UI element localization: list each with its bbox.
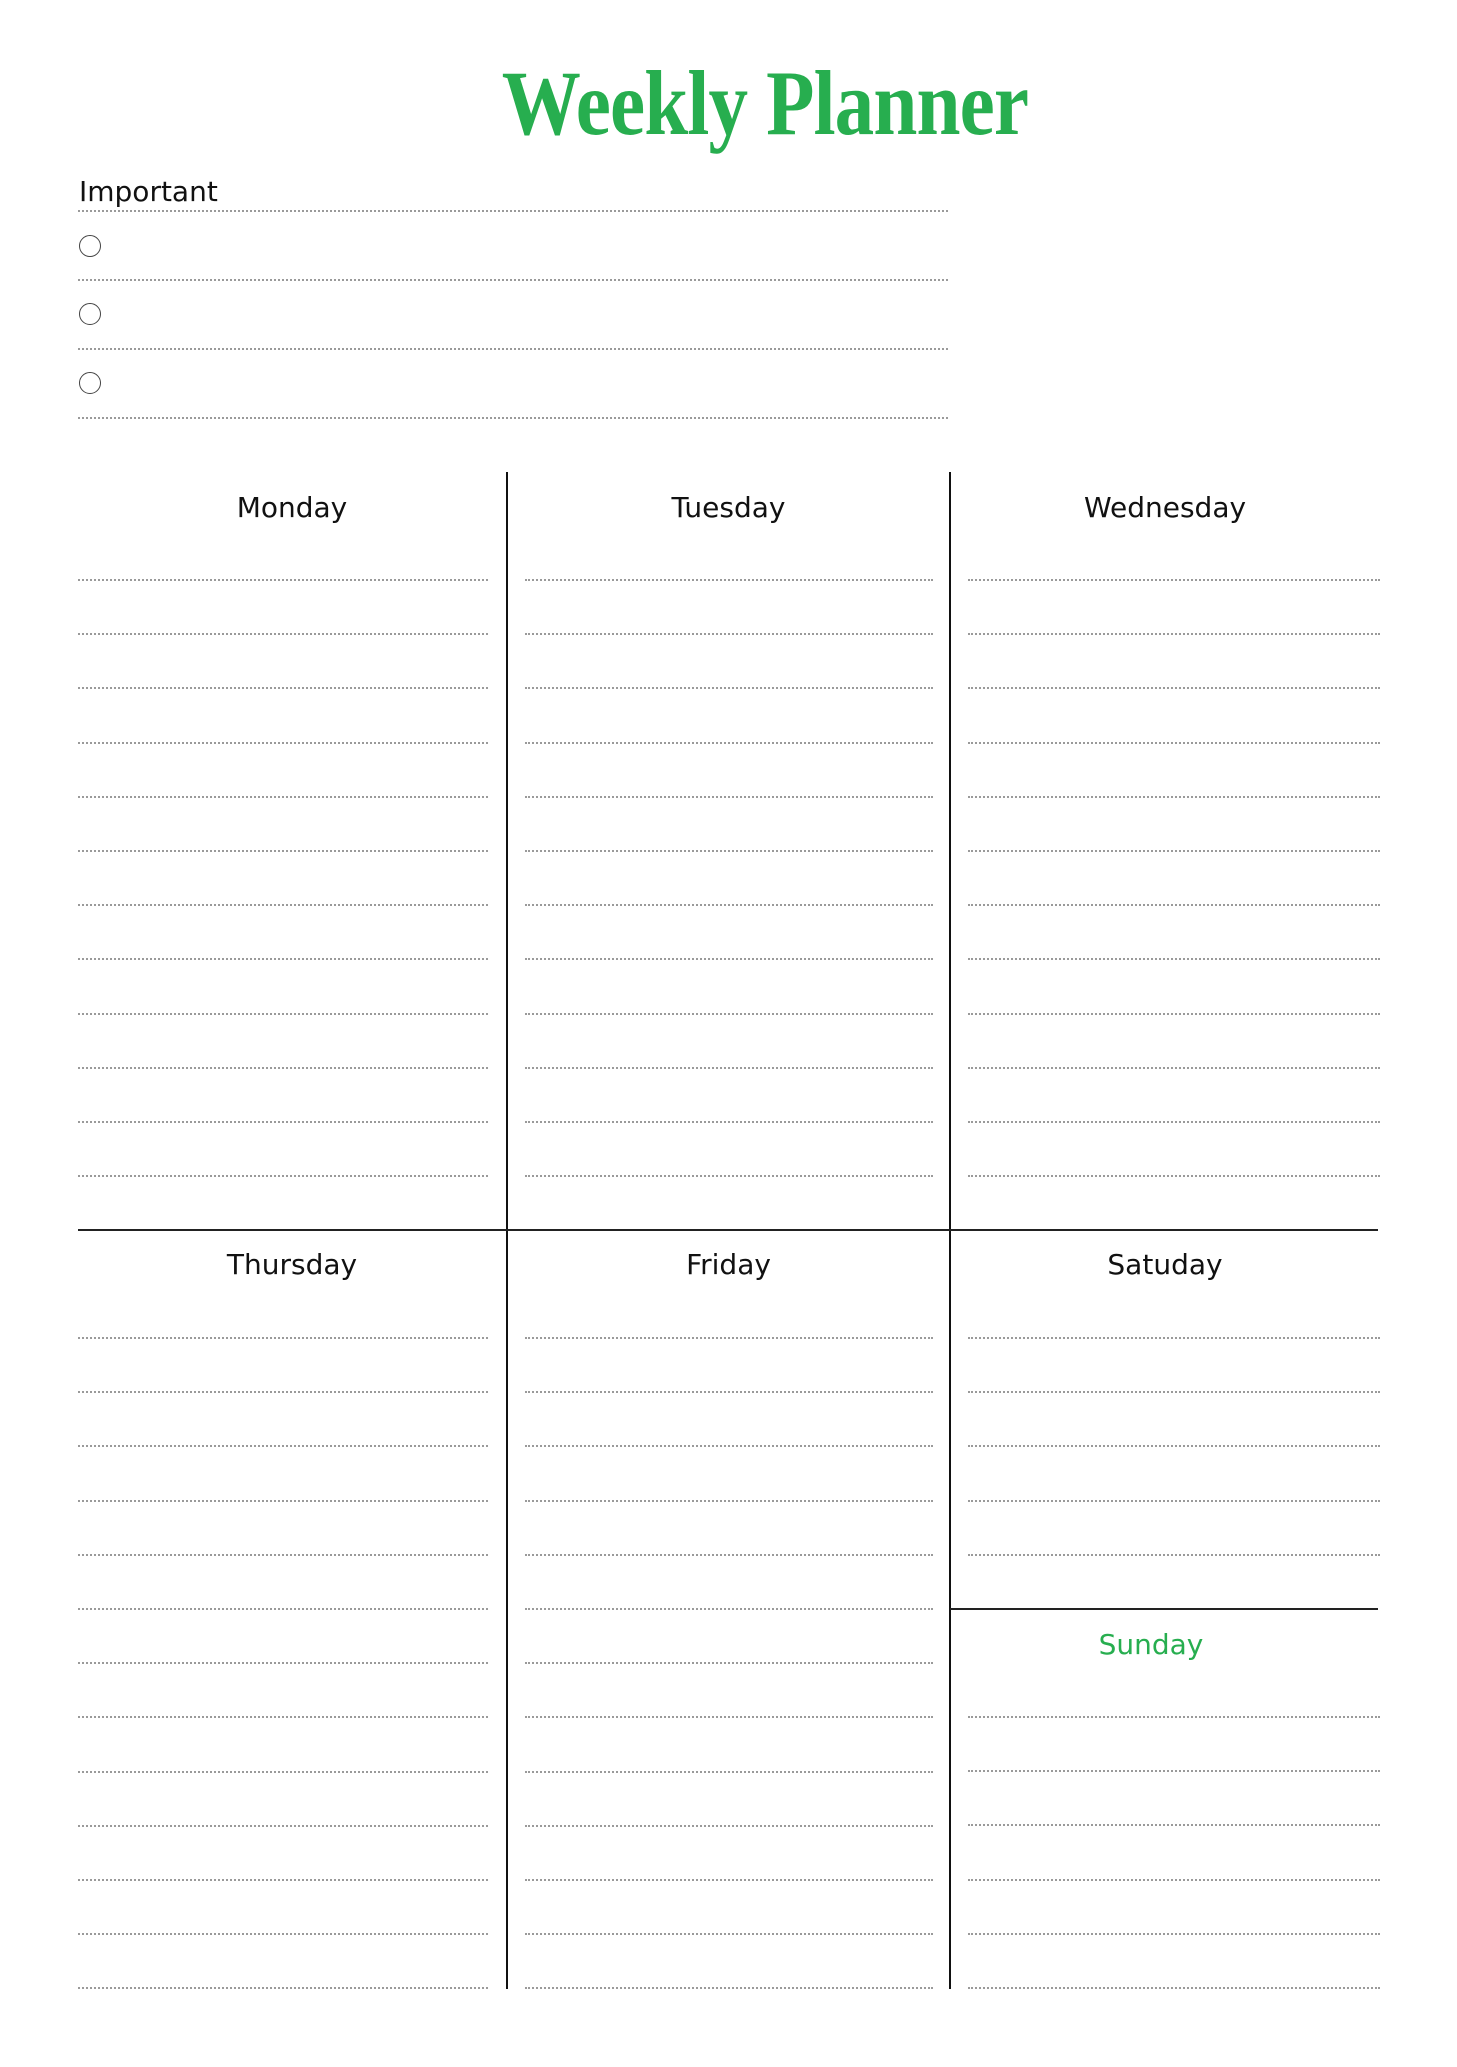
writing-line[interactable] [968,1500,1380,1502]
writing-line[interactable] [525,1608,933,1610]
writing-line[interactable] [525,958,933,960]
writing-line[interactable] [78,796,488,798]
writing-line[interactable] [525,904,933,906]
writing-line[interactable] [525,1445,933,1447]
writing-line[interactable] [525,742,933,744]
writing-line[interactable] [525,1879,933,1881]
writing-line[interactable] [968,796,1380,798]
important-line-2[interactable] [78,348,948,350]
important-line-1[interactable] [78,279,948,281]
writing-line[interactable] [968,579,1380,581]
important-checkbox-3[interactable] [79,372,101,394]
writing-line[interactable] [968,633,1380,635]
writing-line[interactable] [78,1879,488,1881]
writing-line[interactable] [78,687,488,689]
writing-line[interactable] [78,1391,488,1393]
writing-line[interactable] [968,1337,1380,1339]
day-heading-tuesday: Tuesday [671,491,786,524]
writing-line[interactable] [968,1824,1380,1826]
important-label: Important [79,175,218,208]
writing-line[interactable] [78,850,488,852]
writing-line[interactable] [968,1879,1380,1881]
important-line-3[interactable] [78,417,948,419]
writing-line[interactable] [968,1716,1380,1718]
writing-line[interactable] [525,1825,933,1827]
writing-line[interactable] [78,633,488,635]
day-heading-monday: Monday [236,491,348,524]
writing-line[interactable] [78,904,488,906]
writing-line[interactable] [525,1121,933,1123]
writing-line[interactable] [78,1554,488,1556]
day-heading-friday: Friday [686,1248,771,1281]
writing-line[interactable] [78,1337,488,1339]
writing-line[interactable] [78,742,488,744]
writing-line[interactable] [525,850,933,852]
page-title: Weekly Planner [501,52,1029,154]
writing-line[interactable] [78,1500,488,1502]
writing-line[interactable] [968,850,1380,852]
writing-line[interactable] [78,1121,488,1123]
writing-line[interactable] [968,687,1380,689]
writing-line[interactable] [968,1987,1380,1989]
day-heading-thursday: Thursday [226,1248,358,1281]
writing-line[interactable] [525,1175,933,1177]
day-heading-saturday: Satuday [1107,1248,1223,1281]
writing-line[interactable] [968,1121,1380,1123]
writing-line[interactable] [78,1445,488,1447]
important-checkbox-1[interactable] [79,235,101,257]
writing-line[interactable] [78,1716,488,1718]
writing-line[interactable] [78,1175,488,1177]
writing-line[interactable] [968,1013,1380,1015]
writing-line[interactable] [968,1067,1380,1069]
writing-line[interactable] [968,1933,1380,1935]
writing-line[interactable] [78,1013,488,1015]
writing-line[interactable] [525,1771,933,1773]
writing-line[interactable] [78,579,488,581]
writing-line[interactable] [968,904,1380,906]
writing-line[interactable] [525,687,933,689]
writing-line[interactable] [525,1067,933,1069]
writing-line[interactable] [525,1500,933,1502]
writing-line[interactable] [968,1445,1380,1447]
writing-line[interactable] [968,958,1380,960]
writing-line[interactable] [525,633,933,635]
writing-line[interactable] [78,1825,488,1827]
writing-line[interactable] [78,1662,488,1664]
important-checkbox-2[interactable] [79,303,101,325]
writing-line[interactable] [525,1013,933,1015]
writing-line[interactable] [525,1987,933,1989]
writing-line[interactable] [525,1662,933,1664]
writing-line[interactable] [525,579,933,581]
writing-line[interactable] [525,1933,933,1935]
writing-line[interactable] [78,1608,488,1610]
writing-line[interactable] [525,796,933,798]
writing-line[interactable] [525,1716,933,1718]
writing-line[interactable] [78,958,488,960]
row-divider [78,1229,1378,1231]
writing-line[interactable] [78,1933,488,1935]
writing-line[interactable] [525,1391,933,1393]
day-heading-wednesday: Wednesday [1083,491,1247,524]
writing-line[interactable] [78,1987,488,1989]
writing-line[interactable] [968,1391,1380,1393]
day-heading-sunday: Sunday [1098,1628,1204,1661]
sunday-divider [950,1608,1378,1610]
writing-line[interactable] [525,1554,933,1556]
writing-line[interactable] [78,1771,488,1773]
writing-line[interactable] [525,1337,933,1339]
writing-line[interactable] [968,742,1380,744]
writing-line[interactable] [968,1770,1380,1772]
writing-line[interactable] [78,1067,488,1069]
important-divider [78,210,948,212]
writing-line[interactable] [968,1554,1380,1556]
writing-line[interactable] [968,1175,1380,1177]
